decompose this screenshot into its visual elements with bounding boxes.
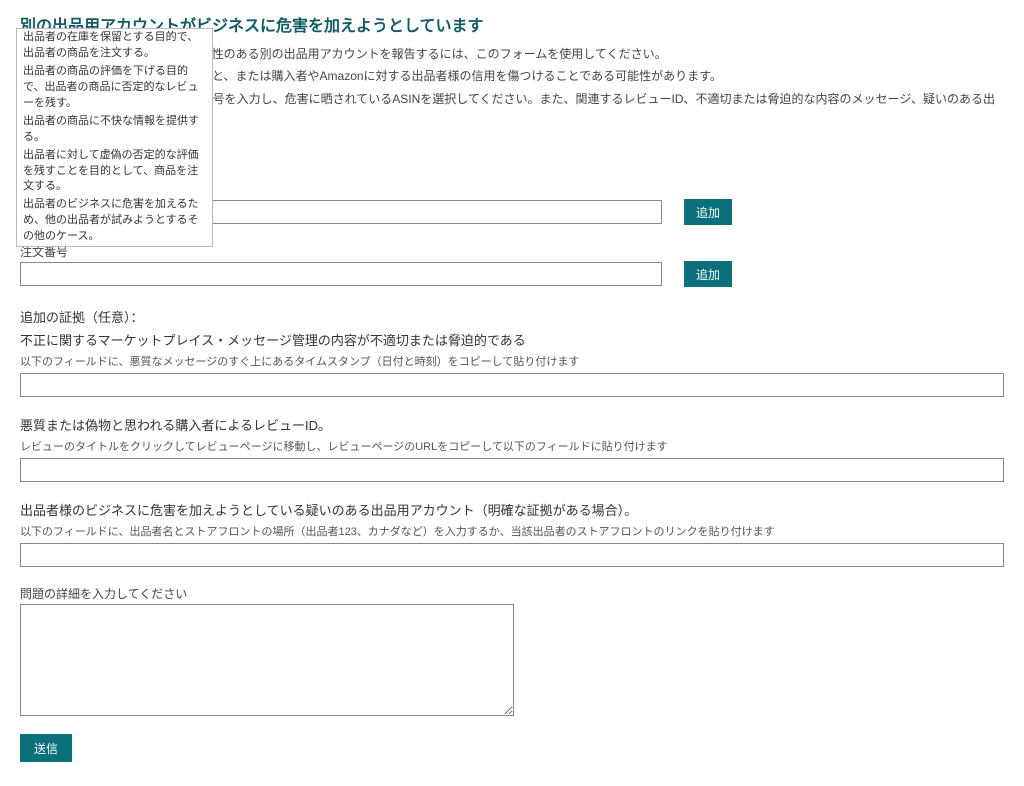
message-timestamp-input[interactable]	[20, 373, 1004, 397]
order-add-button[interactable]: 追加	[684, 261, 732, 287]
tooltip-item: 出品者の商品に不快な情報を提供する。	[17, 113, 212, 147]
tooltip-item: 出品者の在庫を保留とする目的で、出品者の商品を注文する。	[17, 29, 212, 63]
additional-evidence-head: 追加の証拠（任意）：	[20, 307, 1004, 326]
order-input[interactable]	[20, 262, 662, 286]
account-help: 以下のフィールドに、出品者名とストアフロントの場所（出品者123、カナダなど）を…	[20, 523, 1004, 539]
asin-add-button[interactable]: 追加	[684, 199, 732, 225]
tooltip-item: 出品者の商品の評価を下げる目的で、出品者の商品に否定的なレビューを残す。	[17, 63, 212, 113]
tooltip-item: 出品者のビジネスに危害を加えるため、他の出品者が試みようとするその他のケース。	[17, 196, 212, 246]
message-section-head: 不正に関するマーケットプレイス・メッセージ管理の内容が不適切または脅迫的である	[20, 330, 1004, 349]
examples-tooltip: 出品者の在庫を保留とする目的で、出品者の商品を注文する。 出品者の商品の評価を下…	[16, 28, 213, 247]
details-textarea[interactable]	[20, 604, 514, 716]
review-url-input[interactable]	[20, 458, 1004, 482]
details-label: 問題の詳細を入力してください	[20, 585, 1004, 602]
message-help: 以下のフィールドに、悪質なメッセージのすぐ上にあるタイムスタンプ（日付と時刻）を…	[20, 353, 1004, 369]
tooltip-item: 出品者に対して虚偽の否定的な評価を残すことを目的として、商品を注文する。	[17, 147, 212, 197]
review-section-head: 悪質または偽物と思われる購入者によるレビューID。	[20, 415, 1004, 434]
review-help: レビューのタイトルをクリックしてレビューページに移動し、レビューページのURLを…	[20, 438, 1004, 454]
account-section-head: 出品者様のビジネスに危害を加えようとしている疑いのある出品用アカウント（明確な証…	[20, 500, 1004, 519]
submit-button[interactable]: 送信	[20, 734, 72, 762]
suspect-account-input[interactable]	[20, 543, 1004, 567]
